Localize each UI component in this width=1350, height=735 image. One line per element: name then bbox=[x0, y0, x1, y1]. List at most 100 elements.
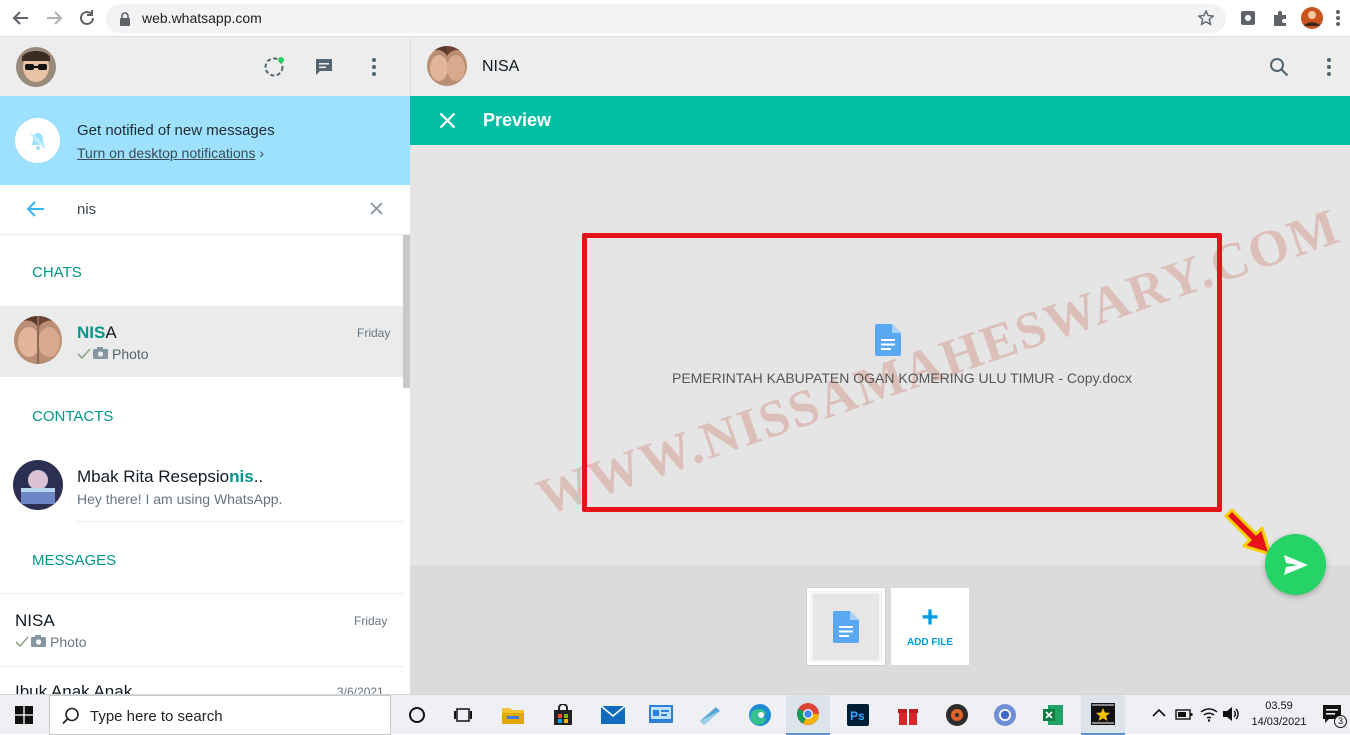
my-avatar[interactable] bbox=[16, 47, 56, 87]
chat-contact-avatar[interactable] bbox=[427, 46, 467, 86]
send-button[interactable] bbox=[1265, 534, 1326, 595]
search-icon[interactable] bbox=[1269, 57, 1289, 77]
address-bar[interactable]: web.whatsapp.com bbox=[106, 4, 1226, 33]
document-icon bbox=[875, 324, 901, 356]
contact-status: Hey there! I am using WhatsApp. bbox=[77, 491, 283, 507]
section-messages: MESSAGES bbox=[32, 552, 117, 569]
scrollbar[interactable] bbox=[403, 235, 410, 388]
section-contacts: CONTACTS bbox=[32, 408, 114, 425]
message-result-row[interactable]: NISA Friday Photo bbox=[0, 594, 403, 666]
attachment-thumbnail[interactable] bbox=[806, 587, 886, 666]
photoshop-icon[interactable]: Ps bbox=[836, 695, 880, 735]
chat-preview: Photo bbox=[112, 346, 149, 362]
close-icon[interactable] bbox=[439, 112, 456, 129]
single-check-icon bbox=[77, 348, 91, 359]
lock-icon[interactable] bbox=[119, 12, 131, 26]
gift-app-icon[interactable] bbox=[886, 695, 930, 735]
chrome-browser-icon[interactable] bbox=[786, 695, 830, 735]
store-icon[interactable] bbox=[541, 695, 585, 735]
url-text[interactable]: web.whatsapp.com bbox=[142, 10, 262, 26]
cortana-icon[interactable] bbox=[395, 695, 439, 735]
windows-start-icon[interactable] bbox=[2, 695, 46, 735]
bell-off-icon bbox=[15, 118, 60, 163]
clear-search-icon[interactable] bbox=[370, 202, 383, 215]
enable-notifications-link[interactable]: Turn on desktop notifications bbox=[77, 145, 255, 161]
taskbar-search[interactable]: Type here to search bbox=[49, 695, 391, 735]
search-icon bbox=[62, 707, 80, 725]
sidebar-header bbox=[0, 37, 410, 96]
extension-icon[interactable] bbox=[1236, 6, 1260, 30]
control-panel-icon[interactable] bbox=[639, 695, 683, 735]
single-check-icon bbox=[15, 636, 29, 647]
back-icon[interactable] bbox=[9, 6, 33, 30]
preview-title: Preview bbox=[483, 110, 552, 130]
contact-name: Mbak Rita Resepsionis.. bbox=[77, 467, 263, 487]
contact-avatar bbox=[14, 316, 62, 364]
chat-menu-icon[interactable] bbox=[1326, 57, 1332, 77]
volume-icon[interactable] bbox=[1222, 706, 1240, 722]
chevron-up-icon[interactable] bbox=[1152, 708, 1166, 718]
divider bbox=[77, 521, 403, 522]
file-explorer-icon[interactable] bbox=[491, 695, 535, 735]
chat-header: NISA bbox=[411, 37, 1350, 96]
message-title: NISA bbox=[15, 611, 55, 630]
svg-text:Ps: Ps bbox=[850, 709, 865, 723]
system-clock[interactable]: 03.59 14/03/2021 bbox=[1248, 698, 1310, 730]
media-player-icon[interactable] bbox=[935, 695, 979, 735]
message-preview: Photo bbox=[50, 634, 87, 650]
plus-icon: + bbox=[921, 601, 939, 634]
document-thumb-icon bbox=[833, 610, 859, 643]
camera-icon bbox=[93, 347, 108, 359]
bookmark-star-icon[interactable] bbox=[1198, 10, 1214, 26]
wifi-icon[interactable] bbox=[1200, 706, 1218, 722]
notification-link-wrap[interactable]: Turn on desktop notifications › bbox=[77, 145, 264, 161]
battery-icon[interactable] bbox=[1175, 707, 1193, 721]
contact-name-prefix: Mbak Rita Resepsio bbox=[77, 467, 230, 486]
excel-icon[interactable] bbox=[1031, 695, 1075, 735]
contact-avatar bbox=[13, 460, 63, 510]
chat-title: NISA bbox=[77, 323, 117, 343]
status-icon[interactable] bbox=[263, 56, 285, 78]
new-chat-icon[interactable] bbox=[314, 57, 334, 77]
document-name: PEMERINTAH KABUPATEN OGAN KOMERING ULU T… bbox=[672, 370, 1132, 386]
wifi-tool-icon[interactable] bbox=[688, 695, 732, 735]
contact-result-row[interactable]: Mbak Rita Resepsionis.. Hey there! I am … bbox=[0, 450, 403, 521]
taskbar: Type here to search Ps 03.59 14/03/2021 … bbox=[0, 694, 1350, 735]
menu-icon[interactable] bbox=[371, 57, 377, 77]
back-arrow-icon[interactable] bbox=[26, 200, 46, 218]
chat-title-rest: A bbox=[105, 323, 117, 342]
send-icon bbox=[1283, 554, 1308, 575]
contact-name-suffix: .. bbox=[253, 467, 264, 486]
notification-title: Get notified of new messages bbox=[77, 122, 275, 139]
search-input[interactable]: nis bbox=[77, 201, 96, 218]
chevron-right-icon: › bbox=[259, 145, 265, 161]
chat-contact-name[interactable]: NISA bbox=[482, 58, 519, 76]
puzzle-icon[interactable] bbox=[1268, 6, 1292, 30]
edge-browser-icon[interactable] bbox=[738, 695, 782, 735]
chromium-app-icon[interactable] bbox=[983, 695, 1027, 735]
mail-icon[interactable] bbox=[591, 695, 635, 735]
profile-avatar-icon[interactable] bbox=[1300, 6, 1324, 30]
chat-title-match: NIS bbox=[77, 323, 106, 342]
notification-count-badge: 3 bbox=[1334, 715, 1347, 728]
add-file-button[interactable]: + ADD FILE bbox=[891, 588, 969, 665]
message-result-row[interactable]: Ibuk Anak Anak 3/6/2021 bbox=[0, 667, 403, 694]
clock-time: 03.59 bbox=[1265, 700, 1293, 712]
camera-icon bbox=[31, 635, 46, 647]
arrow-annotation-icon bbox=[1222, 508, 1274, 558]
task-view-icon[interactable] bbox=[441, 695, 485, 735]
search-bar: nis bbox=[0, 185, 410, 235]
browser-menu-icon[interactable] bbox=[1326, 6, 1350, 30]
forward-icon[interactable] bbox=[42, 6, 66, 30]
taskbar-search-placeholder[interactable]: Type here to search bbox=[90, 708, 223, 725]
preview-header: Preview bbox=[410, 96, 1350, 145]
chat-time: Friday bbox=[357, 326, 391, 340]
chat-result-row[interactable]: NISA Friday Photo bbox=[0, 306, 403, 377]
message-time: Friday bbox=[354, 614, 388, 628]
message-title: Ibuk Anak Anak bbox=[15, 682, 133, 694]
reload-icon[interactable] bbox=[75, 6, 99, 30]
contact-name-match: nis bbox=[229, 467, 254, 486]
section-chats: CHATS bbox=[32, 264, 82, 281]
add-file-label: ADD FILE bbox=[906, 637, 954, 648]
video-editor-icon[interactable] bbox=[1081, 695, 1125, 735]
